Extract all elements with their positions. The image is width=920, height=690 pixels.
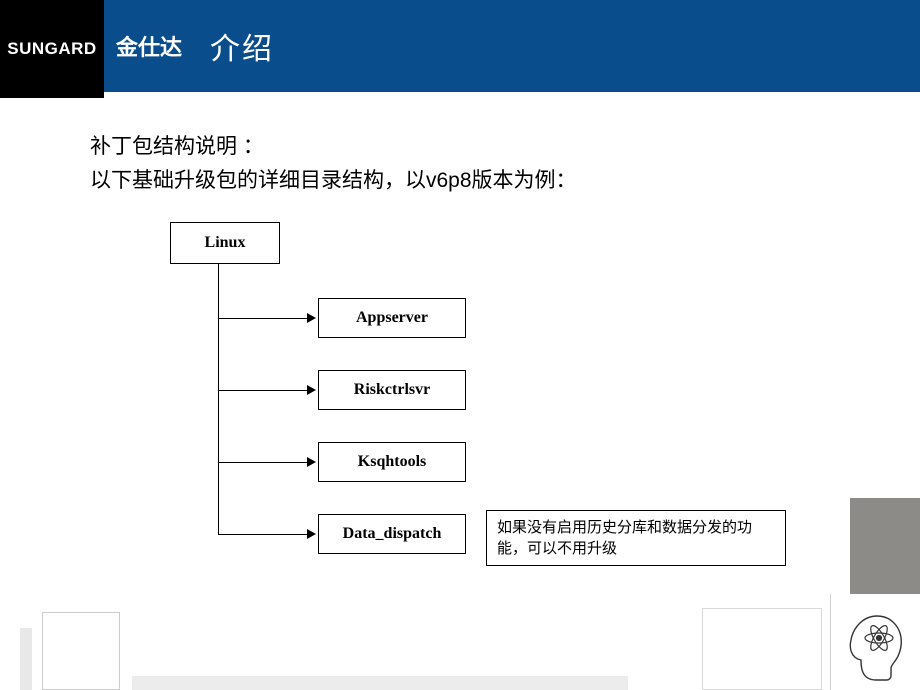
brand-en-text: SUNGARD [7,39,96,59]
connector-h1 [218,318,310,319]
decoration-strip-icon [132,676,628,690]
arrow-icon [307,529,316,539]
header-blue: 金仕达 介绍 [104,0,920,92]
node-root: Linux [170,222,280,264]
connector-vertical [218,264,219,534]
connector-h3 [218,462,310,463]
decoration-gray-block-icon [850,498,920,594]
decoration-box-icon [42,612,120,690]
description-line1: 补丁包结构说明 ： [90,130,920,164]
header: SUNGARD 金仕达 介绍 [0,0,920,98]
node-appserver: Appserver [318,298,466,338]
description-line2: 以下基础升级包的详细目录结构，以v6p8版本为例： [90,164,920,198]
arrow-icon [307,385,316,395]
head-atom-icon [830,594,920,690]
footer-decoration [0,594,920,690]
tree-diagram: Linux Appserver Riskctrlsvr Ksqhtools Da… [170,222,870,562]
connector-h2 [218,390,310,391]
diagram-note: 如果没有启用历史分库和数据分发的功能，可以不用升级 [486,510,786,566]
brand-cn-text: 金仕达 [116,30,182,62]
page-title: 介绍 [210,24,274,68]
brand-logo-en: SUNGARD [0,0,104,98]
node-data-dispatch: Data_dispatch [318,514,466,554]
arrow-icon [307,313,316,323]
connector-h4 [218,534,310,535]
arrow-icon [307,457,316,467]
node-ksqhtools: Ksqhtools [318,442,466,482]
decoration-bar-icon [20,628,32,690]
decoration-panel-icon [702,608,822,690]
content: 补丁包结构说明 ： 以下基础升级包的详细目录结构，以v6p8版本为例： [0,98,920,197]
node-riskctrlsvr: Riskctrlsvr [318,370,466,410]
